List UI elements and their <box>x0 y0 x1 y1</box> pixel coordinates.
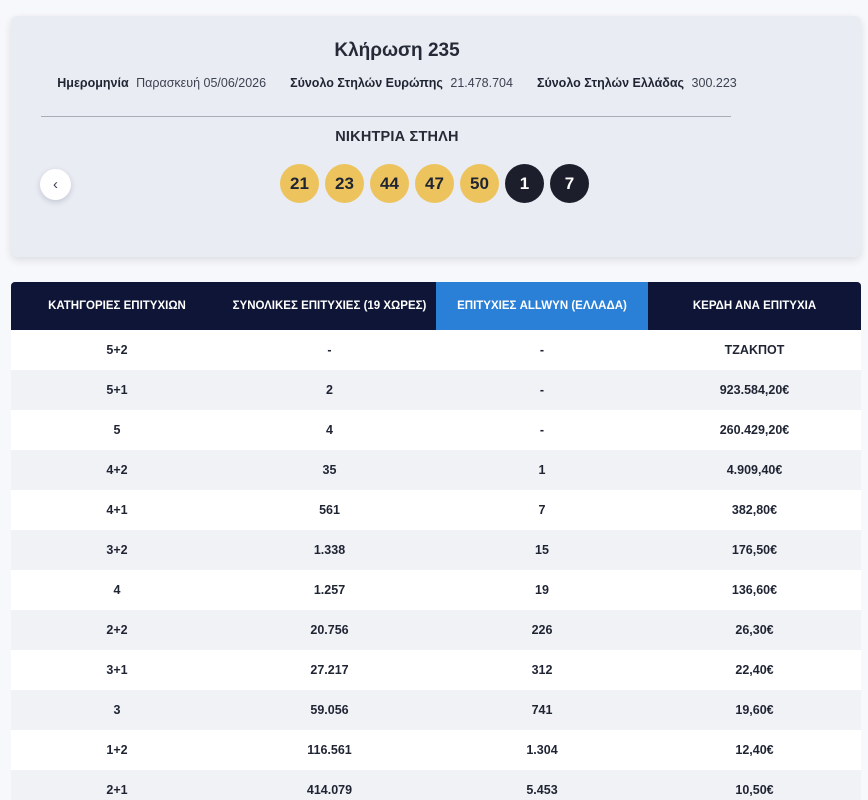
draw-card: Κλήρωση 235 Ημερομηνία Παρασκευή 05/06/2… <box>11 16 861 257</box>
europe-total-value: 21.478.704 <box>450 76 513 90</box>
category-cell: 4+2 <box>11 450 223 490</box>
category-cell: 2+2 <box>11 610 223 650</box>
total-winners-cell: 2 <box>223 370 436 410</box>
prize-cell: 19,60€ <box>648 690 861 730</box>
table-row: 4+1 561 7 382,80€ <box>11 490 861 530</box>
main-number-ball: 50 <box>460 164 499 203</box>
category-cell: 4 <box>11 570 223 610</box>
category-cell: 5+1 <box>11 370 223 410</box>
prize-cell: 260.429,20€ <box>648 410 861 450</box>
table-row: 3 59.056 741 19,60€ <box>11 690 861 730</box>
prize-cell: 382,80€ <box>648 490 861 530</box>
allwyn-winners-cell: 1.304 <box>436 730 648 770</box>
bonus-number-ball: 7 <box>550 164 589 203</box>
main-number-ball: 47 <box>415 164 454 203</box>
category-cell: 4+1 <box>11 490 223 530</box>
table-row: 3+1 27.217 312 22,40€ <box>11 650 861 690</box>
bonus-number-ball: 1 <box>505 164 544 203</box>
category-cell: 3+1 <box>11 650 223 690</box>
table-row: 5+1 2 - 923.584,20€ <box>11 370 861 410</box>
draw-date: Ημερομηνία Παρασκευή 05/06/2026 <box>57 76 266 90</box>
prize-cell: 923.584,20€ <box>648 370 861 410</box>
prize-cell: 10,50€ <box>648 770 861 800</box>
allwyn-winners-cell: 5.453 <box>436 770 648 800</box>
table-row: 3+2 1.338 15 176,50€ <box>11 530 861 570</box>
total-winners-cell: 116.561 <box>223 730 436 770</box>
table-row: 5+2 - - ΤΖΑΚΠΟΤ <box>11 330 861 370</box>
category-cell: 2+1 <box>11 770 223 800</box>
total-winners-cell: - <box>223 330 436 370</box>
allwyn-winners-cell: 1 <box>436 450 648 490</box>
main-number-ball: 23 <box>325 164 364 203</box>
category-cell: 5+2 <box>11 330 223 370</box>
europe-total: Σύνολο Στηλών Ευρώπης 21.478.704 <box>290 76 513 90</box>
total-winners-cell: 20.756 <box>223 610 436 650</box>
category-cell: 1+2 <box>11 730 223 770</box>
table-row: 1+2 116.561 1.304 12,40€ <box>11 730 861 770</box>
table-row: 2+1 414.079 5.453 10,50€ <box>11 770 861 800</box>
header-prize-per-winner: ΚΕΡΔΗ ΑΝΑ ΕΠΙΤΥΧΙΑ <box>648 282 861 330</box>
table-row: 2+2 20.756 226 26,30€ <box>11 610 861 650</box>
prize-table: ΚΑΤΗΓΟΡΙΕΣ ΕΠΙΤΥΧΙΩΝ ΣΥΝΟΛΙΚΕΣ ΕΠΙΤΥΧΙΕΣ… <box>11 282 861 800</box>
prize-cell: 22,40€ <box>648 650 861 690</box>
total-winners-cell: 1.338 <box>223 530 436 570</box>
category-cell: 3+2 <box>11 530 223 570</box>
total-winners-cell: 4 <box>223 410 436 450</box>
table-row: 5 4 - 260.429,20€ <box>11 410 861 450</box>
europe-total-label: Σύνολο Στηλών Ευρώπης <box>290 76 443 90</box>
draw-date-value: Παρασκευή 05/06/2026 <box>136 76 267 90</box>
main-number-ball: 44 <box>370 164 409 203</box>
allwyn-winners-cell: 312 <box>436 650 648 690</box>
prize-cell: 12,40€ <box>648 730 861 770</box>
allwyn-winners-cell: 226 <box>436 610 648 650</box>
chevron-left-icon: ‹ <box>53 176 58 193</box>
allwyn-winners-cell: 15 <box>436 530 648 570</box>
prize-cell: 4.909,40€ <box>648 450 861 490</box>
prize-cell: 176,50€ <box>648 530 861 570</box>
greece-total: Σύνολο Στηλών Ελλάδας 300.223 <box>537 76 737 90</box>
divider <box>41 116 731 117</box>
prize-cell: 136,60€ <box>648 570 861 610</box>
allwyn-winners-cell: - <box>436 330 648 370</box>
category-cell: 3 <box>11 690 223 730</box>
table-row: 4 1.257 19 136,60€ <box>11 570 861 610</box>
table-row: 4+2 35 1 4.909,40€ <box>11 450 861 490</box>
allwyn-winners-cell: - <box>436 410 648 450</box>
winning-numbers-label: ΝΙΚΗΤΡΙΑ ΣΤΗΛΗ <box>335 129 459 145</box>
greece-total-label: Σύνολο Στηλών Ελλάδας <box>536 76 685 90</box>
previous-draw-button[interactable]: ‹ <box>40 169 71 200</box>
header-categories: ΚΑΤΗΓΟΡΙΕΣ ΕΠΙΤΥΧΙΩΝ <box>11 282 223 330</box>
draw-date-label: Ημερομηνία <box>57 76 129 90</box>
allwyn-winners-cell: - <box>436 370 648 410</box>
total-winners-cell: 35 <box>223 450 436 490</box>
prize-table-header: ΚΑΤΗΓΟΡΙΕΣ ΕΠΙΤΥΧΙΩΝ ΣΥΝΟΛΙΚΕΣ ΕΠΙΤΥΧΙΕΣ… <box>11 282 861 330</box>
draw-meta-row: Ημερομηνία Παρασκευή 05/06/2026 Σύνολο Σ… <box>11 76 783 90</box>
allwyn-winners-cell: 19 <box>436 570 648 610</box>
total-winners-cell: 414.079 <box>223 770 436 800</box>
header-total-winners: ΣΥΝΟΛΙΚΕΣ ΕΠΙΤΥΧΙΕΣ (19 ΧΩΡΕΣ) <box>223 282 436 330</box>
total-winners-cell: 27.217 <box>223 650 436 690</box>
prize-cell: 26,30€ <box>648 610 861 650</box>
allwyn-winners-cell: 741 <box>436 690 648 730</box>
total-winners-cell: 59.056 <box>223 690 436 730</box>
total-winners-cell: 561 <box>223 490 436 530</box>
draw-title: Κλήρωση 235 <box>334 40 460 61</box>
prize-cell: ΤΖΑΚΠΟΤ <box>648 330 861 370</box>
total-winners-cell: 1.257 <box>223 570 436 610</box>
header-allwyn-winners: ΕΠΙΤΥΧΙΕΣ ALLWYN (ΕΛΛΑΔΑ) <box>436 282 648 330</box>
greece-total-value: 300.223 <box>691 76 737 90</box>
category-cell: 5 <box>11 410 223 450</box>
allwyn-winners-cell: 7 <box>436 490 648 530</box>
winning-numbers: 21 23 44 47 50 1 7 <box>280 164 589 203</box>
main-number-ball: 21 <box>280 164 319 203</box>
